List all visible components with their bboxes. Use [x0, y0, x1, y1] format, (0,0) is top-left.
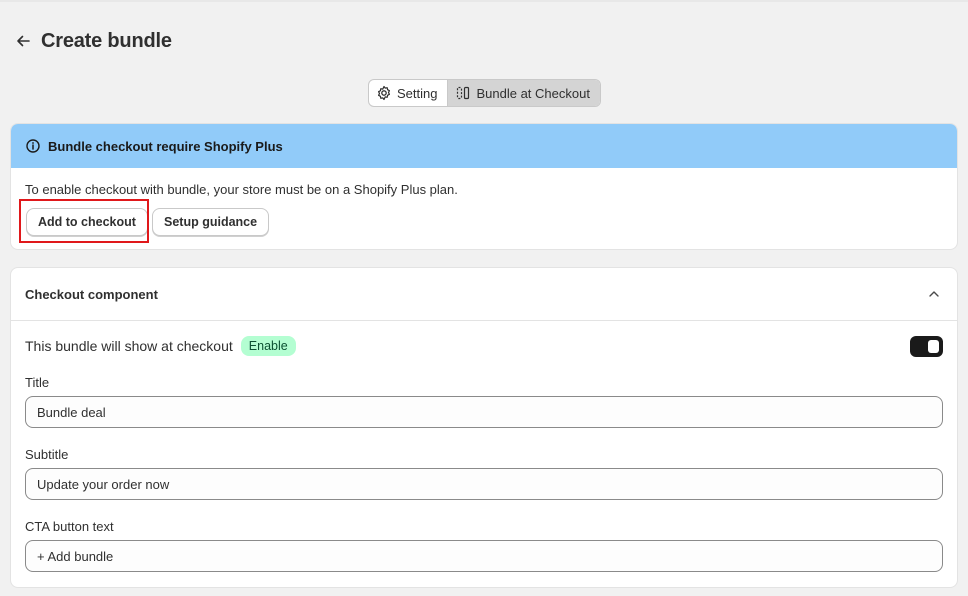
- cta-input[interactable]: [25, 540, 943, 572]
- title-label: Title: [25, 375, 50, 390]
- top-divider: [0, 0, 968, 2]
- subtitle-input[interactable]: [25, 468, 943, 500]
- show-at-checkout-label: This bundle will show at checkout: [25, 338, 233, 354]
- tab-bundle-at-checkout[interactable]: Bundle at Checkout: [447, 80, 600, 106]
- back-button[interactable]: [12, 30, 34, 52]
- show-at-checkout-row: This bundle will show at checkout Enable: [25, 336, 296, 356]
- chevron-up-icon[interactable]: [925, 285, 943, 303]
- checkout-component-header[interactable]: Checkout component: [11, 268, 957, 321]
- tab-bundle-label: Bundle at Checkout: [476, 85, 590, 101]
- view-tabs: Setting Bundle at Checkout: [368, 79, 601, 107]
- banner-text: To enable checkout with bundle, your sto…: [25, 182, 458, 197]
- banner-header: Bundle checkout require Shopify Plus: [11, 124, 957, 168]
- shopify-plus-banner: Bundle checkout require Shopify Plus To …: [10, 123, 958, 250]
- page-header: Create bundle: [12, 28, 172, 54]
- add-to-checkout-button[interactable]: Add to checkout: [26, 208, 148, 236]
- checkout-component-card: Checkout component This bundle will show…: [10, 267, 958, 588]
- subtitle-label: Subtitle: [25, 447, 69, 462]
- toggle-knob: [928, 340, 939, 353]
- bundle-checkout-icon: [457, 86, 470, 100]
- show-at-checkout-toggle[interactable]: [910, 336, 943, 357]
- setup-guidance-button[interactable]: Setup guidance: [152, 208, 270, 236]
- cta-label: CTA button text: [25, 519, 114, 534]
- section-title: Checkout component: [25, 286, 158, 302]
- info-icon: [26, 139, 40, 153]
- tab-setting-label: Setting: [397, 85, 438, 101]
- gear-icon: [378, 85, 390, 101]
- page-title: Create bundle: [41, 29, 172, 52]
- tab-setting[interactable]: Setting: [369, 80, 447, 106]
- title-input[interactable]: [25, 396, 943, 428]
- status-badge: Enable: [240, 336, 296, 356]
- arrow-left-icon: [17, 35, 30, 47]
- banner-title: Bundle checkout require Shopify Plus: [48, 138, 283, 154]
